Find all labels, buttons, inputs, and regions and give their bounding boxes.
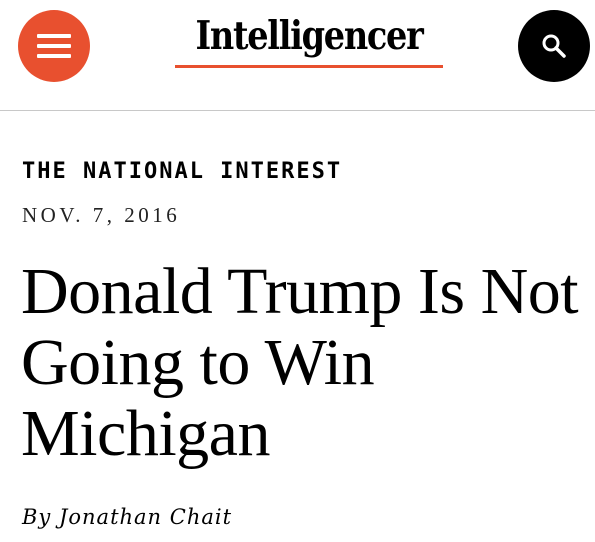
logo-underline	[175, 65, 443, 68]
hamburger-menu-icon-bar	[37, 54, 71, 58]
section-rubric[interactable]: THE NATIONAL INTEREST	[22, 158, 342, 186]
site-logo[interactable]: Intelligencer	[188, 10, 431, 62]
publish-date: NOV. 7, 2016	[22, 203, 181, 227]
article-headline: Donald Trump Is Not Going to Win Michiga…	[21, 255, 579, 470]
site-header: Intelligencer	[0, 0, 595, 111]
hamburger-menu-icon-bar	[37, 44, 71, 48]
search-button[interactable]	[518, 10, 590, 82]
search-icon	[542, 34, 566, 58]
author-byline[interactable]: By Jonathan Chait	[22, 503, 232, 531]
hamburger-menu-icon	[37, 34, 71, 38]
menu-button[interactable]	[18, 10, 90, 82]
